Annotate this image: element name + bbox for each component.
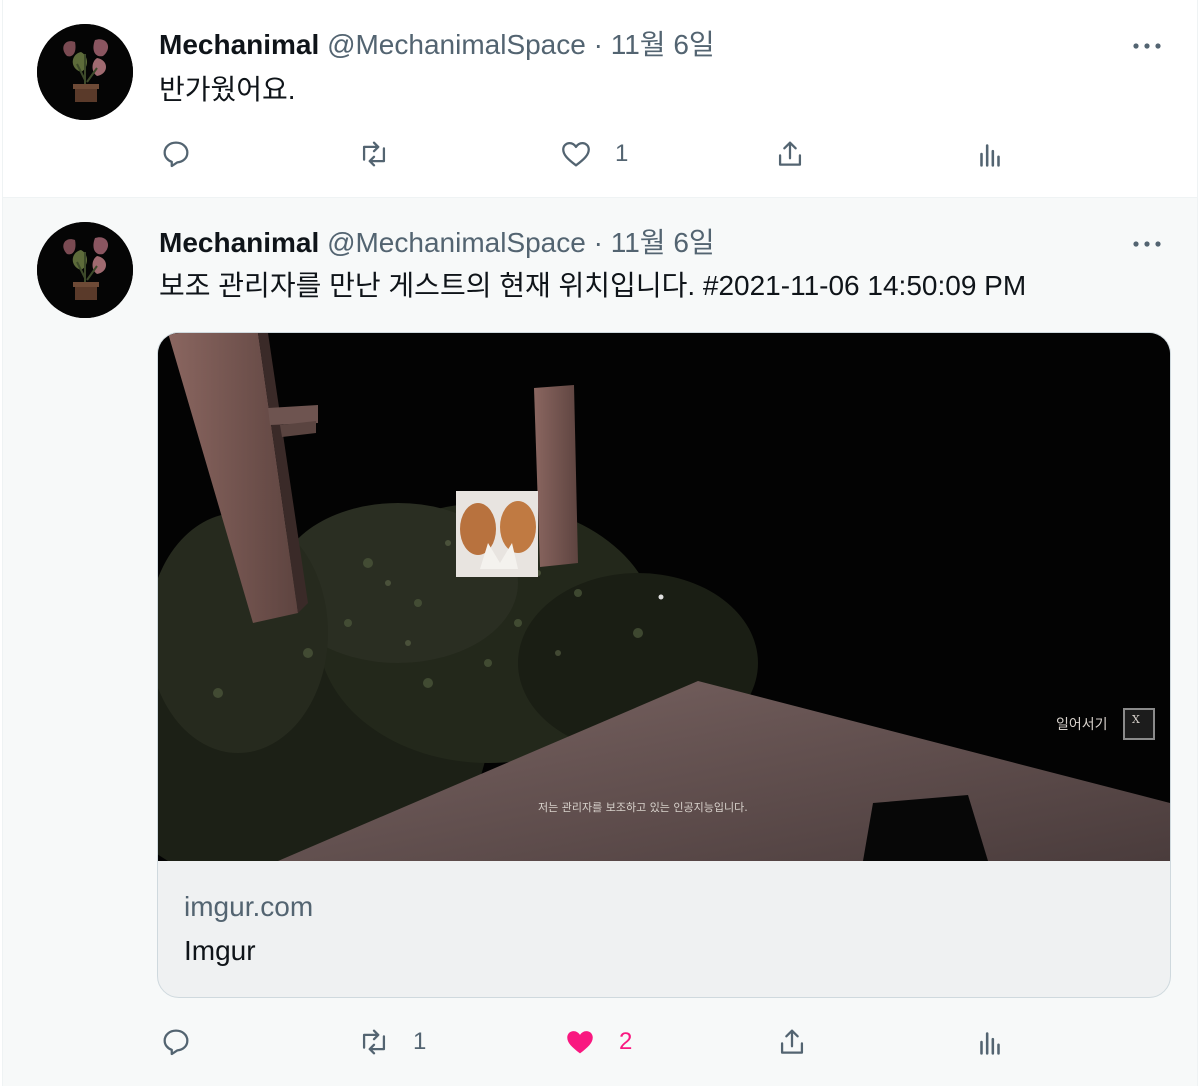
link-card[interactable]: 일어서기 X 저는 관리자를 보조하고 있는 인공지능입니다. imgur.co… [157,332,1171,998]
separator: · [593,29,603,60]
reply-icon [163,141,189,168]
analytics-icon [980,144,1000,167]
tweet-header: Mechanimal @MechanimalSpace · 11월 6일 [159,226,715,260]
card-domain: imgur.com [184,891,314,922]
retweet-button[interactable]: 1 [357,1022,426,1062]
tweet-header: Mechanimal @MechanimalSpace · 11월 6일 [159,28,715,62]
retweet-icon [362,1029,386,1055]
tweet-actions: 1 2 [159,1022,1039,1062]
tweet[interactable]: Mechanimal @MechanimalSpace · 11월 6일 보조 … [2,198,1198,1086]
reply-button[interactable] [159,1022,215,1062]
like-count: 2 [619,1028,633,1055]
reply-icon [163,1029,189,1056]
stand-up-label[interactable]: 일어서기 [1056,717,1108,733]
like-count: 1 [615,140,629,167]
more-icon[interactable] [1131,30,1163,58]
separator: · [593,227,603,258]
share-button[interactable] [773,134,807,174]
avatar-plant-icon [37,24,133,120]
author-handle[interactable]: @MechanimalSpace [327,29,586,60]
like-button[interactable]: 2 [563,1022,632,1062]
analytics-button[interactable] [973,134,1007,174]
tweet-text: 반가웠어요. [159,74,296,105]
analytics-button[interactable] [973,1022,1007,1062]
analytics-icon [980,1032,1000,1055]
tweet-text: 보조 관리자를 만난 게스트의 현재 위치입니다. #2021-11-06 14… [159,270,1027,301]
retweet-count: 1 [413,1028,427,1055]
tweet-date[interactable]: 11월 6일 [611,227,715,258]
avatar-plant-icon [37,222,133,318]
like-button[interactable]: 1 [559,134,628,174]
author-name[interactable]: Mechanimal [159,29,319,60]
author-name[interactable]: Mechanimal [159,227,319,258]
tweet[interactable]: Mechanimal @MechanimalSpace · 11월 6일 반가웠… [2,0,1198,198]
like-icon [567,1031,593,1054]
share-icon [780,1029,804,1054]
tweet-actions: 1 [159,134,1039,174]
card-image[interactable]: 일어서기 X 저는 관리자를 보조하고 있는 인공지능입니다. [158,333,1170,893]
avatar[interactable] [37,24,133,120]
like-icon [562,141,590,167]
close-label: X [1132,713,1140,726]
avatar[interactable] [37,222,133,318]
game-caption: 저는 관리자를 보조하고 있는 인공지능입니다. [538,800,748,814]
more-icon[interactable] [1131,228,1163,256]
card-title: Imgur [184,935,256,966]
retweet-button[interactable] [357,134,413,174]
share-icon [778,141,802,166]
retweet-icon [362,141,386,167]
game-screenshot: 일어서기 X 저는 관리자를 보조하고 있는 인공지능입니다. [158,333,1170,893]
author-handle[interactable]: @MechanimalSpace [327,227,586,258]
tweet-date[interactable]: 11월 6일 [611,29,715,60]
share-button[interactable] [775,1022,809,1062]
reply-button[interactable] [159,134,215,174]
